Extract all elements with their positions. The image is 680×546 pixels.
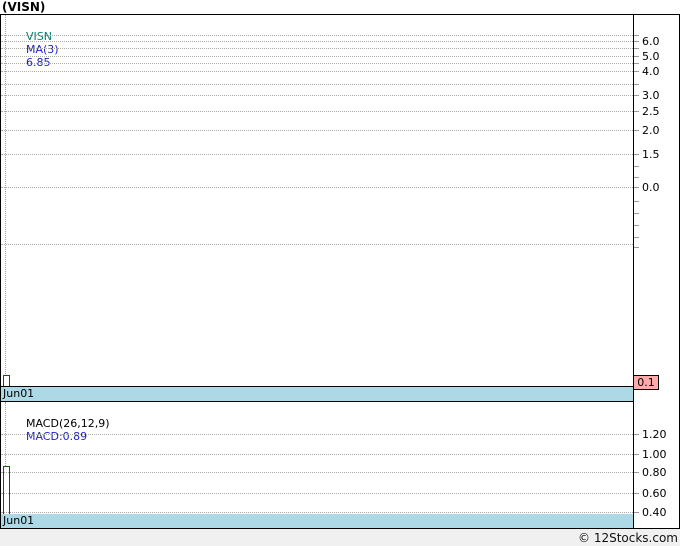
chart-header: (VISN) [0, 0, 680, 14]
axis-tick [634, 512, 639, 513]
axis-tick [634, 225, 639, 226]
gridline [1, 434, 633, 435]
date-label: Jun01 [3, 514, 35, 527]
axis-tick-label: 0.60 [642, 487, 667, 500]
gridline [1, 187, 633, 188]
gridline [1, 56, 633, 57]
gridline [1, 35, 633, 36]
axis-tick-label: 1.00 [642, 448, 667, 461]
axis-tick-label: 5.0 [642, 50, 660, 63]
axis-tick [634, 201, 639, 202]
axis-tick [634, 493, 639, 494]
axis-tick [634, 154, 639, 155]
axis-tick [634, 454, 639, 455]
gridline [1, 493, 633, 494]
axis-tick-label: 1.5 [642, 148, 660, 161]
axis-tick [634, 56, 639, 57]
axis-tick [634, 130, 639, 131]
symbol-title: (VISN) [2, 0, 46, 14]
axis-tick-label: 3.0 [642, 89, 660, 102]
axis-tick [634, 187, 639, 188]
gridline [1, 63, 633, 64]
macd-y-axis: 1.20 1.00 0.80 0.60 0.40 [634, 402, 679, 519]
gridline [1, 454, 633, 455]
gridline [1, 111, 633, 112]
axis-tick [634, 71, 639, 72]
axis-tick-label: 0.0 [642, 181, 660, 194]
axis-tick [634, 95, 639, 96]
price-date-band: Jun01 [1, 387, 634, 401]
axis-tick [634, 177, 639, 178]
axis-tick [634, 63, 639, 64]
last-price-badge: 0.1 [633, 375, 659, 390]
footer-bar: © 12Stocks.com [0, 529, 680, 546]
gridline [1, 472, 633, 473]
axis-tick [634, 41, 639, 42]
axis-tick-label: 0.40 [642, 506, 667, 519]
macd-bar [3, 466, 10, 514]
date-label: Jun01 [3, 387, 35, 400]
gridline [1, 71, 633, 72]
macd-legend: MACD(26,12,9) MACD:0.89 [5, 404, 122, 456]
axis-tick-label: 0.80 [642, 466, 667, 479]
axis-tick-label: 2.5 [642, 105, 660, 118]
ma-label: MA(3) [25, 43, 59, 56]
axis-tick [634, 84, 639, 85]
candlestick [3, 375, 10, 386]
axis-tick [634, 434, 639, 435]
axis-tick [634, 247, 639, 248]
axis-tick [634, 237, 639, 238]
macd-value: MACD:0.89 [25, 430, 88, 443]
gridline [1, 48, 633, 49]
price-legend: VISN MA(3) 6.85 [5, 17, 71, 82]
axis-tick [634, 48, 639, 49]
axis-tick-label: 1.20 [642, 428, 667, 441]
axis-tick-label: 2.0 [642, 124, 660, 137]
price-y-axis: 6.0 5.0 4.0 3.0 2.5 2.0 1.5 0.0 [634, 15, 679, 387]
axis-tick [634, 213, 639, 214]
axis-tick [634, 472, 639, 473]
gridline [1, 41, 633, 42]
macd-date-band: Jun01 [1, 514, 634, 528]
gridline [1, 154, 633, 155]
price-chart-panel: VISN MA(3) 6.85 [1, 15, 634, 387]
axis-tick [634, 111, 639, 112]
axis-tick [634, 35, 639, 36]
gridline [1, 95, 633, 96]
axis-tick-label: 6.0 [642, 35, 660, 48]
axis-tick-label: 4.0 [642, 65, 660, 78]
gridline [1, 512, 633, 513]
chart-frame: VISN MA(3) 6.85 Jun01 MACD(26,12,9) MACD… [0, 14, 680, 529]
macd-params-label: MACD(26,12,9) [25, 417, 110, 430]
gridline [1, 130, 633, 131]
axis-tick [634, 166, 639, 167]
gridline [1, 244, 633, 245]
site-credit-link[interactable]: © 12Stocks.com [578, 531, 678, 545]
gridline [1, 84, 633, 85]
macd-chart-panel: MACD(26,12,9) MACD:0.89 [1, 401, 634, 514]
